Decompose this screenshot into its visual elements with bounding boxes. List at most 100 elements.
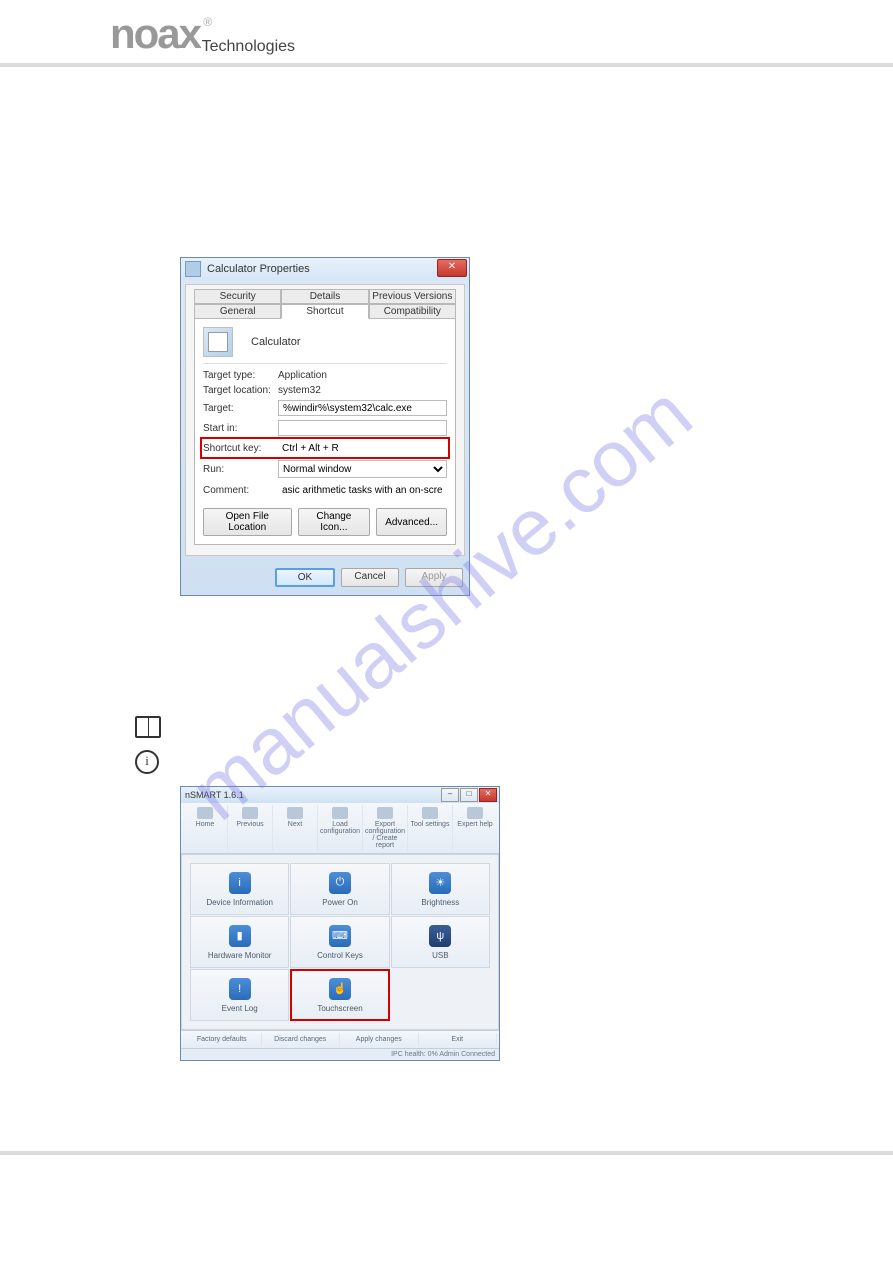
touchscreen-icon: ☝ (329, 978, 351, 1000)
app-name-row: Calculator (203, 327, 447, 364)
toolbar-help[interactable]: Expert help (453, 805, 497, 851)
open-file-location-button[interactable]: Open File Location (203, 508, 292, 536)
properties-dialog: Calculator Properties ✕ Security Details… (180, 257, 470, 596)
target-row: Target: (203, 400, 447, 416)
brightness-icon: ☀ (429, 872, 451, 894)
toolbar-previous[interactable]: Previous (228, 805, 273, 851)
advanced-button[interactable]: Advanced... (376, 508, 447, 536)
tile-empty (391, 969, 490, 1021)
dialog-bottom-buttons: OK Cancel Apply (181, 560, 469, 595)
toolbar-load-label: Load configuration (320, 821, 360, 835)
toolbar-settings[interactable]: Tool settings (408, 805, 453, 851)
cancel-button[interactable]: Cancel (341, 568, 399, 587)
tile-control-keys[interactable]: ⌨Control Keys (290, 916, 389, 968)
run-row: Run: Normal window (203, 460, 447, 478)
power-icon: ⏻ (329, 872, 351, 894)
comment-row: Comment: (203, 482, 447, 498)
shortcut-buttons-row: Open File Location Change Icon... Advanc… (203, 508, 447, 536)
target-type-label: Target type: (203, 370, 278, 381)
chart-icon: ▮ (229, 925, 251, 947)
app-name: Calculator (251, 336, 301, 348)
target-type-row: Target type: Application (203, 370, 447, 381)
tile-power-on[interactable]: ⏻Power On (290, 863, 389, 915)
target-label: Target: (203, 403, 278, 414)
tabs-row-2: General Shortcut Compatibility (194, 304, 456, 319)
tab-previous-versions[interactable]: Previous Versions (369, 289, 456, 304)
tile-label: Touchscreen (317, 1004, 362, 1013)
target-location-label: Target location: (203, 385, 278, 396)
export-icon (377, 807, 393, 819)
gear-icon (422, 807, 438, 819)
nsmart-grid: iDevice Information ⏻Power On ☀Brightnes… (181, 854, 499, 1030)
tile-usb[interactable]: ψUSB (391, 916, 490, 968)
info-icon: i (229, 872, 251, 894)
close-button[interactable]: ✕ (437, 259, 467, 277)
toolbar-help-label: Expert help (457, 821, 492, 828)
logo-subtitle: Technologies (202, 38, 295, 56)
next-icon (287, 807, 303, 819)
tab-general[interactable]: General (194, 304, 281, 319)
shortcut-key-input[interactable] (278, 440, 447, 456)
comment-label: Comment: (203, 485, 278, 496)
toolbar-next-label: Next (288, 821, 302, 828)
dialog-body: Security Details Previous Versions Gener… (185, 284, 465, 556)
toolbar-previous-label: Previous (236, 821, 263, 828)
nsmart-window: nSMART 1.6.1 ‒ □ ✕ Home Previous Next Lo… (180, 786, 500, 1061)
apply-button: Apply (405, 568, 463, 587)
tile-device-information[interactable]: iDevice Information (190, 863, 289, 915)
tab-compatibility[interactable]: Compatibility (369, 304, 456, 319)
calculator-icon (185, 261, 201, 277)
factory-defaults-button[interactable]: Factory defaults (183, 1033, 262, 1046)
minimize-button[interactable]: ‒ (441, 788, 459, 802)
startin-row: Start in: (203, 420, 447, 436)
calculator-app-icon (203, 327, 233, 357)
close-button[interactable]: ✕ (479, 788, 497, 802)
page-footer (0, 1151, 893, 1185)
comment-input[interactable] (278, 482, 447, 498)
home-icon (197, 807, 213, 819)
toolbar-export-label: Export configuration / Create report (365, 821, 405, 849)
target-location-row: Target location: system32 (203, 385, 447, 396)
shortcut-tab-content: Calculator Target type: Application Targ… (194, 318, 456, 545)
usb-icon: ψ (429, 925, 451, 947)
apply-changes-button[interactable]: Apply changes (340, 1033, 419, 1046)
target-location-value: system32 (278, 385, 447, 396)
change-icon-button[interactable]: Change Icon... (298, 508, 371, 536)
target-type-value: Application (278, 370, 447, 381)
page-content: manualshive.com Calculator Properties ✕ … (0, 257, 893, 1101)
logo-brand: noax (110, 10, 200, 57)
run-select[interactable]: Normal window (278, 460, 447, 478)
startin-input[interactable] (278, 420, 447, 436)
toolbar-settings-label: Tool settings (411, 821, 450, 828)
side-icons: i (135, 716, 773, 774)
toolbar-next[interactable]: Next (273, 805, 318, 851)
discard-changes-button[interactable]: Discard changes (262, 1033, 341, 1046)
tile-touchscreen[interactable]: ☝ Touchscreen (290, 969, 389, 1021)
toolbar-load[interactable]: Load configuration (318, 805, 363, 851)
dialog-titlebar: Calculator Properties ✕ (181, 258, 469, 280)
logo-registered: ® (203, 15, 210, 29)
keys-icon: ⌨ (329, 925, 351, 947)
tile-label: Hardware Monitor (208, 951, 272, 960)
ok-button[interactable]: OK (275, 568, 335, 587)
info-icon: i (135, 750, 159, 774)
tile-label: Event Log (222, 1004, 258, 1013)
tab-shortcut[interactable]: Shortcut (281, 304, 368, 319)
toolbar-export[interactable]: Export configuration / Create report (363, 805, 408, 851)
maximize-button[interactable]: □ (460, 788, 478, 802)
tab-details[interactable]: Details (281, 289, 368, 304)
log-icon: ! (229, 978, 251, 1000)
tile-brightness[interactable]: ☀Brightness (391, 863, 490, 915)
tile-hardware-monitor[interactable]: ▮ Hardware Monitor (190, 916, 289, 968)
nsmart-toolbar: Home Previous Next Load configuration Ex… (181, 803, 499, 854)
tab-security[interactable]: Security (194, 289, 281, 304)
exit-button[interactable]: Exit (419, 1033, 498, 1046)
shortcut-key-label: Shortcut key: (203, 443, 278, 454)
help-icon (467, 807, 483, 819)
tile-event-log[interactable]: ! Event Log (190, 969, 289, 1021)
nsmart-bottom-bar: Factory defaults Discard changes Apply c… (181, 1030, 499, 1048)
toolbar-home[interactable]: Home (183, 805, 228, 851)
page-header: noax ® Technologies (0, 0, 893, 67)
target-input[interactable] (278, 400, 447, 416)
startin-label: Start in: (203, 423, 278, 434)
